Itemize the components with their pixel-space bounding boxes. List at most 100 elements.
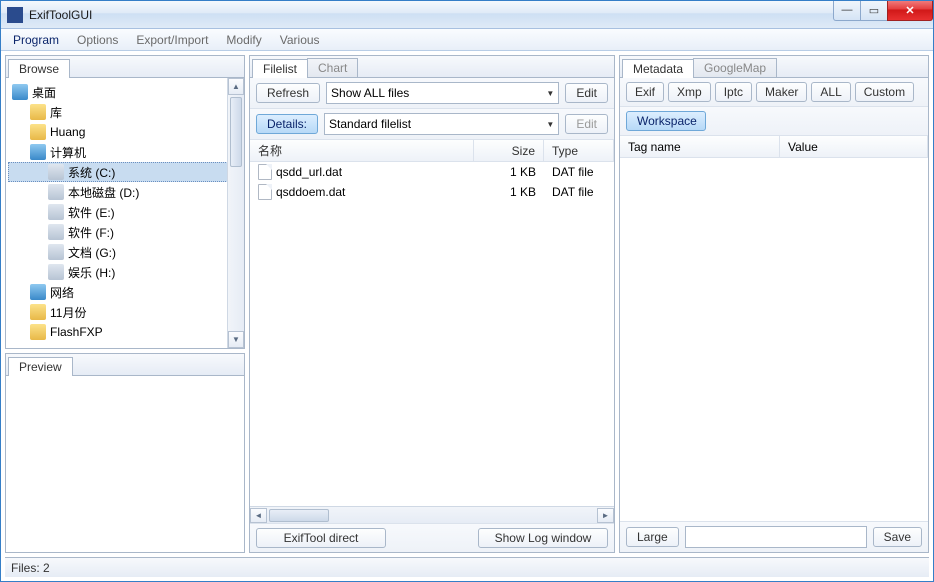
chevron-down-icon: ▼: [546, 120, 554, 129]
tab-googlemap[interactable]: GoogleMap: [693, 58, 777, 77]
col-size[interactable]: Size: [474, 140, 544, 161]
maker-button[interactable]: Maker: [756, 82, 807, 102]
menu-program[interactable]: Program: [5, 31, 67, 49]
show-log-button[interactable]: Show Log window: [478, 528, 608, 548]
metadata-header[interactable]: Tag name Value: [620, 136, 928, 158]
exiftool-direct-button[interactable]: ExifTool direct: [256, 528, 386, 548]
file-name: qsddoem.dat: [276, 185, 345, 199]
details-combo-value: Standard filelist: [329, 117, 411, 131]
statusbar: Files: 2: [5, 557, 929, 577]
hscroll-thumb[interactable]: [269, 509, 329, 522]
large-button[interactable]: Large: [626, 527, 679, 547]
file-type: DAT file: [544, 185, 614, 199]
tree-node[interactable]: 软件 (E:): [8, 202, 242, 222]
drive-icon: [48, 164, 64, 180]
col-name[interactable]: 名称: [250, 140, 474, 161]
preview-area: [6, 376, 244, 552]
scroll-thumb[interactable]: [230, 97, 242, 167]
tree-node[interactable]: 库: [8, 102, 242, 122]
tab-filelist[interactable]: Filelist: [252, 59, 308, 78]
file-icon: [258, 164, 272, 180]
filelist-hscroll[interactable]: ◄ ►: [250, 506, 614, 523]
status-text: Files: 2: [11, 561, 50, 575]
file-type: DAT file: [544, 165, 614, 179]
monitor-icon: [30, 144, 46, 160]
file-size: 1 KB: [474, 185, 544, 199]
minimize-button[interactable]: —: [833, 1, 861, 21]
tree-scrollbar[interactable]: ▲ ▼: [227, 78, 244, 348]
exif-button[interactable]: Exif: [626, 82, 664, 102]
metadata-input[interactable]: [685, 526, 867, 548]
tree-node[interactable]: FlashFXP: [8, 322, 242, 342]
xmp-button[interactable]: Xmp: [668, 82, 711, 102]
file-name: qsdd_url.dat: [276, 165, 342, 179]
tree-node[interactable]: 网络: [8, 282, 242, 302]
tree-label: 11月份: [50, 304, 86, 321]
tree-node[interactable]: 娱乐 (H:): [8, 262, 242, 282]
iptc-button[interactable]: Iptc: [715, 82, 752, 102]
save-button[interactable]: Save: [873, 527, 922, 547]
file-icon: [258, 184, 272, 200]
menubar: Program Options Export/Import Modify Var…: [1, 29, 933, 51]
details-combo[interactable]: Standard filelist ▼: [324, 113, 559, 135]
tree-label: 软件 (F:): [68, 224, 114, 241]
titlebar: ExifToolGUI — ▭ ✕: [1, 1, 933, 29]
tree-label: 系统 (C:): [68, 164, 115, 181]
file-row[interactable]: qsddoem.dat 1 KBDAT file: [250, 182, 614, 202]
file-row[interactable]: qsdd_url.dat 1 KBDAT file: [250, 162, 614, 182]
folder-icon: [30, 104, 46, 120]
drive-icon: [48, 264, 64, 280]
show-filter-value: Show ALL files: [331, 86, 409, 100]
tree-node[interactable]: 系统 (C:): [8, 162, 242, 182]
tab-chart[interactable]: Chart: [307, 58, 358, 77]
tree-node[interactable]: 计算机: [8, 142, 242, 162]
show-filter-combo[interactable]: Show ALL files ▼: [326, 82, 559, 104]
scroll-up-icon[interactable]: ▲: [228, 78, 244, 95]
edit-details-button: Edit: [565, 114, 608, 134]
tree-label: 库: [50, 104, 62, 121]
workspace-button[interactable]: Workspace: [626, 111, 706, 131]
scroll-right-icon[interactable]: ►: [597, 508, 614, 523]
maximize-button[interactable]: ▭: [860, 1, 888, 21]
tab-preview[interactable]: Preview: [8, 357, 73, 376]
scroll-left-icon[interactable]: ◄: [250, 508, 267, 523]
tree-node[interactable]: 文档 (G:): [8, 242, 242, 262]
tab-browse[interactable]: Browse: [8, 59, 70, 78]
col-type[interactable]: Type: [544, 140, 614, 161]
all-button[interactable]: ALL: [811, 82, 850, 102]
drive-icon: [48, 224, 64, 240]
tree-node[interactable]: 软件 (F:): [8, 222, 242, 242]
tree-label: 软件 (E:): [68, 204, 115, 221]
tree-node[interactable]: 本地磁盘 (D:): [8, 182, 242, 202]
folder-tree[interactable]: 桌面库Huang计算机系统 (C:) 本地磁盘 (D:) 软件 (E:) 软件 (F:…: [6, 78, 244, 346]
tree-node[interactable]: 11月份: [8, 302, 242, 322]
details-button[interactable]: Details:: [256, 114, 318, 134]
col-value[interactable]: Value: [780, 136, 928, 157]
tree-label: 本地磁盘 (D:): [68, 184, 139, 201]
menu-modify[interactable]: Modify: [218, 31, 269, 49]
tree-node[interactable]: Huang: [8, 122, 242, 142]
refresh-button[interactable]: Refresh: [256, 83, 320, 103]
close-button[interactable]: ✕: [887, 1, 933, 21]
menu-options[interactable]: Options: [69, 31, 126, 49]
custom-button[interactable]: Custom: [855, 82, 914, 102]
drive-icon: [48, 184, 64, 200]
monitor-icon: [12, 84, 28, 100]
folder-icon: [30, 324, 46, 340]
edit-filter-button[interactable]: Edit: [565, 83, 608, 103]
filelist-header[interactable]: 名称 Size Type: [250, 140, 614, 162]
folder-icon: [30, 124, 46, 140]
metadata-list[interactable]: [620, 158, 928, 521]
tab-metadata[interactable]: Metadata: [622, 59, 694, 78]
chevron-down-icon: ▼: [546, 89, 554, 98]
filelist[interactable]: qsdd_url.dat 1 KBDAT file qsddoem.dat 1 KBD…: [250, 162, 614, 506]
menu-export-import[interactable]: Export/Import: [128, 31, 216, 49]
folder-icon: [30, 304, 46, 320]
file-size: 1 KB: [474, 165, 544, 179]
col-tagname[interactable]: Tag name: [620, 136, 780, 157]
scroll-down-icon[interactable]: ▼: [228, 331, 244, 348]
tree-label: 网络: [50, 284, 74, 301]
tree-node[interactable]: 桌面: [8, 82, 242, 102]
drive-icon: [48, 244, 64, 260]
menu-various[interactable]: Various: [272, 31, 328, 49]
